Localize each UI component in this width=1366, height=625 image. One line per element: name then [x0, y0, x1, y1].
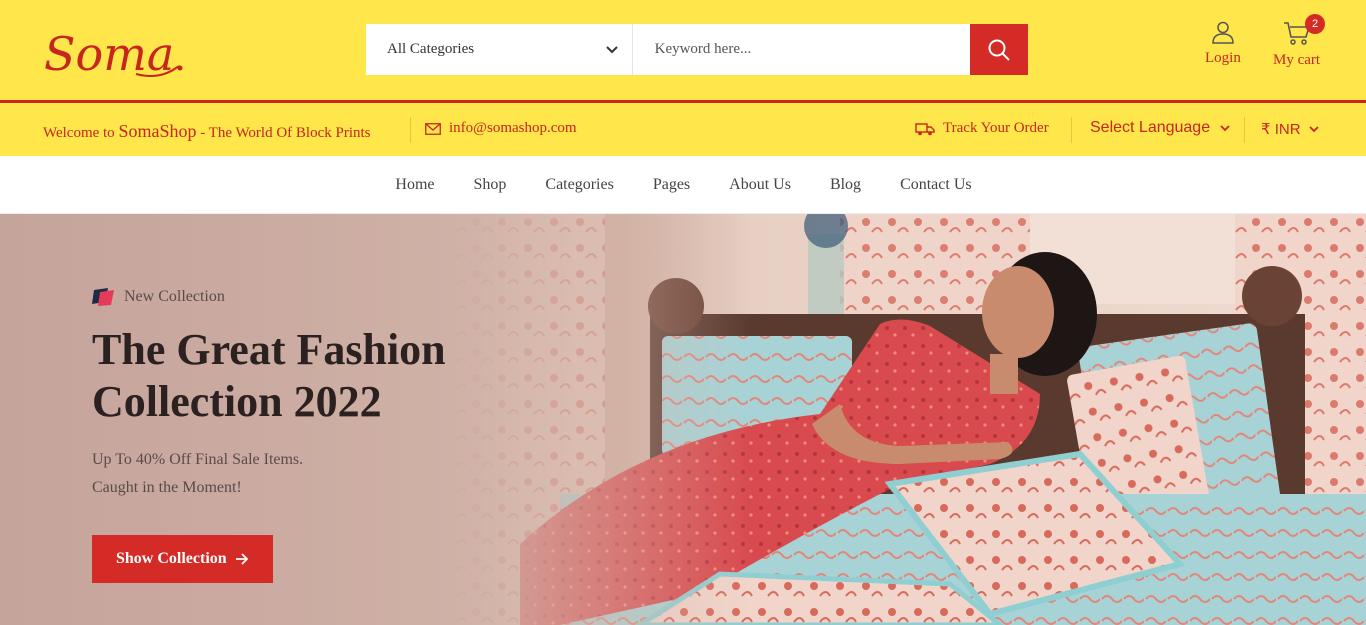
track-order-label: Track Your Order: [943, 120, 1049, 136]
hero-content: New Collection The Great Fashion Collect…: [92, 288, 446, 583]
email-link[interactable]: info@somashop.com: [425, 120, 577, 137]
nav-categories[interactable]: Categories: [545, 176, 613, 194]
category-select-value: All Categories: [387, 41, 475, 57]
search-icon: [988, 39, 1010, 61]
nav-blog[interactable]: Blog: [830, 176, 861, 194]
site-header: Soma All Categories Login: [0, 0, 1366, 100]
chevron-down-icon: [605, 45, 618, 53]
welcome-prefix: Welcome to: [43, 125, 119, 141]
show-collection-button[interactable]: Show Collection: [92, 535, 273, 583]
chevron-down-icon: [1220, 124, 1230, 131]
welcome-suffix: - The World Of Block Prints: [196, 125, 371, 141]
login-link[interactable]: Login: [1205, 20, 1241, 67]
currency-label: ₹ INR: [1261, 121, 1301, 138]
welcome-message: Welcome to SomaShop - The World Of Block…: [43, 121, 371, 142]
search-button[interactable]: [970, 24, 1029, 75]
divider: [1071, 117, 1072, 143]
main-nav: Home Shop Categories Pages About Us Blog…: [0, 156, 1366, 214]
cart-count-badge: 2: [1305, 14, 1325, 34]
nav-pages[interactable]: Pages: [653, 176, 690, 194]
cart-link[interactable]: 2 My cart: [1273, 14, 1325, 69]
svg-text:Soma: Soma: [44, 27, 174, 81]
cta-label: Show Collection: [116, 550, 227, 567]
track-order-link[interactable]: Track Your Order: [915, 120, 1049, 137]
login-label: Login: [1205, 50, 1241, 66]
arrow-right-icon: [235, 553, 248, 565]
language-label: Select Language: [1090, 119, 1211, 136]
user-icon: [1212, 21, 1234, 44]
nav-about-us[interactable]: About Us: [729, 176, 791, 194]
logo-image: Soma: [44, 27, 183, 81]
collection-badge-icon: [92, 288, 114, 306]
cart-label: My cart: [1273, 52, 1321, 68]
category-select[interactable]: All Categories: [366, 24, 633, 75]
search-bar: All Categories: [366, 24, 1029, 75]
headline-line-1: The Great Fashion: [92, 325, 446, 374]
email-text: info@somashop.com: [449, 120, 577, 136]
kicker-text: New Collection: [124, 288, 225, 305]
search-input[interactable]: [632, 24, 971, 75]
language-select[interactable]: Select Language: [1090, 119, 1230, 137]
truck-icon: [915, 122, 935, 135]
chevron-down-icon: [1308, 125, 1319, 132]
subtext-line-1: Up To 40% Off Final Sale Items.: [92, 451, 304, 468]
headline-line-2: Collection 2022: [92, 377, 382, 426]
nav-home[interactable]: Home: [395, 176, 434, 194]
divider: [410, 117, 411, 143]
currency-select[interactable]: ₹ INR: [1261, 120, 1319, 138]
nav-contact-us[interactable]: Contact Us: [900, 176, 972, 194]
hero-subtext: Up To 40% Off Final Sale Items. Caught i…: [92, 446, 446, 502]
subtext-line-2: Caught in the Moment!: [92, 479, 242, 496]
soma-logo[interactable]: Soma: [44, 18, 189, 82]
welcome-brand: SomaShop: [118, 121, 197, 141]
nav-shop[interactable]: Shop: [474, 176, 507, 194]
hero-banner: New Collection The Great Fashion Collect…: [0, 214, 1366, 625]
mail-icon: [425, 122, 441, 135]
new-collection-kicker: New Collection: [92, 288, 446, 306]
divider: [1244, 117, 1245, 143]
hero-headline: The Great Fashion Collection 2022: [92, 324, 446, 428]
info-bar: Welcome to SomaShop - The World Of Block…: [0, 100, 1366, 156]
